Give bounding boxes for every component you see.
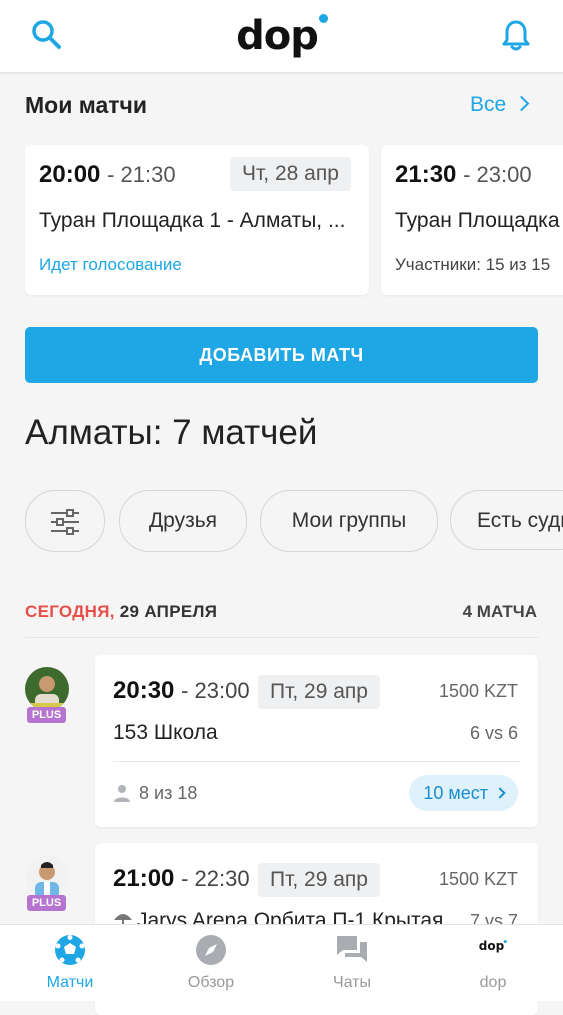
match-end: - 23:00 (181, 678, 250, 703)
match-time: 20:00 - 21:30 (39, 161, 176, 189)
match-card[interactable]: 20:30 - 23:00 Пт, 29 апр 1500 KZT 153 Шк… (95, 655, 538, 827)
match-date: Чт, 28 апр (230, 157, 351, 191)
plus-badge: PLUS (27, 895, 66, 911)
soccer-ball-icon (53, 933, 87, 972)
bottom-navigation: Матчи Обзор Чаты dop dop (0, 924, 563, 1001)
plus-badge: PLUS (27, 707, 66, 723)
free-spots-button[interactable]: 10 мест (409, 775, 518, 811)
dop-logo-icon: dop (479, 939, 508, 953)
sliders-icon (50, 499, 80, 551)
filter-chip-friends[interactable]: Друзья (119, 490, 247, 552)
nav-label: Обзор (187, 974, 235, 991)
chat-icon (335, 933, 369, 972)
match-place: Туран Площадка 1 - Алматы, ... (39, 209, 346, 232)
day-match-count: 4 МАТЧА (462, 602, 537, 621)
all-matches-link[interactable]: Все (470, 93, 530, 117)
match-date: Пт, 29 апр (258, 863, 380, 897)
today-label: СЕГОДНЯ, (25, 602, 115, 621)
match-start: 21:30 (395, 161, 457, 188)
match-format: 6 vs 6 (469, 723, 518, 743)
match-participants: Участники: 15 из 15 (395, 255, 551, 274)
filter-settings-button[interactable] (25, 490, 105, 552)
add-match-button[interactable]: ДОБАВИТЬ МАТЧ (25, 327, 538, 383)
my-match-card[interactable]: 20:00 - 21:30 Чт, 28 апр Туран Площадка … (25, 145, 369, 295)
spots-text: 10 мест (423, 783, 488, 803)
chevron-right-icon (494, 787, 506, 799)
match-end: - 23:00 (463, 162, 532, 187)
players-count: 8 из 18 (113, 783, 197, 804)
all-link-label: Все (470, 93, 507, 116)
match-date: Пт, 29 апр (258, 675, 380, 709)
match-start: 20:30 (113, 677, 175, 704)
day-header: СЕГОДНЯ, 29 АПРЕЛЯ (25, 602, 217, 622)
nav-matches[interactable]: Матчи (0, 925, 140, 1001)
filter-chip-referee[interactable]: Есть судья (450, 490, 563, 550)
divider (25, 637, 538, 638)
match-time: 21:30 - 23:00 (395, 161, 532, 189)
match-end: - 22:30 (181, 866, 250, 891)
nav-label: Чаты (332, 974, 372, 991)
match-start: 21:00 (113, 865, 175, 892)
app-logo: dop (0, 12, 563, 60)
my-match-card[interactable]: 21:30 - 23:00 Туран Площадка 1 - Алматы … (381, 145, 563, 295)
day-date: 29 АПРЕЛЯ (114, 602, 218, 621)
match-start: 20:00 (39, 161, 101, 188)
my-matches-title: Мои матчи (25, 92, 147, 118)
person-icon (114, 785, 130, 802)
nav-chats[interactable]: Чаты (282, 925, 422, 1001)
nav-label: dop (479, 974, 507, 991)
match-price: 1500 KZT (438, 681, 518, 701)
chevron-right-icon (513, 95, 530, 112)
divider (113, 761, 520, 762)
city-matches-title: Алматы: 7 матчей (25, 413, 318, 452)
match-price: 1500 KZT (438, 869, 518, 889)
match-time: 20:30 - 23:00 (113, 677, 250, 705)
filter-chip-my-groups[interactable]: Мои группы (260, 490, 438, 552)
avatar[interactable] (25, 855, 69, 899)
bell-icon[interactable] (499, 18, 533, 52)
app-header: dop (0, 0, 563, 74)
match-end: - 21:30 (107, 162, 176, 187)
nav-dop[interactable]: dop dop (423, 925, 563, 1001)
match-time: 21:00 - 22:30 (113, 865, 250, 893)
match-place: Туран Площадка 1 - Алматы (395, 209, 563, 232)
match-place: 153 Школа (113, 721, 218, 744)
match-status: Идет голосование (39, 255, 182, 274)
nav-overview[interactable]: Обзор (141, 925, 281, 1001)
players-text: 8 из 18 (139, 783, 198, 803)
avatar[interactable] (25, 667, 69, 711)
compass-icon (194, 933, 228, 972)
nav-label: Матчи (46, 974, 94, 991)
